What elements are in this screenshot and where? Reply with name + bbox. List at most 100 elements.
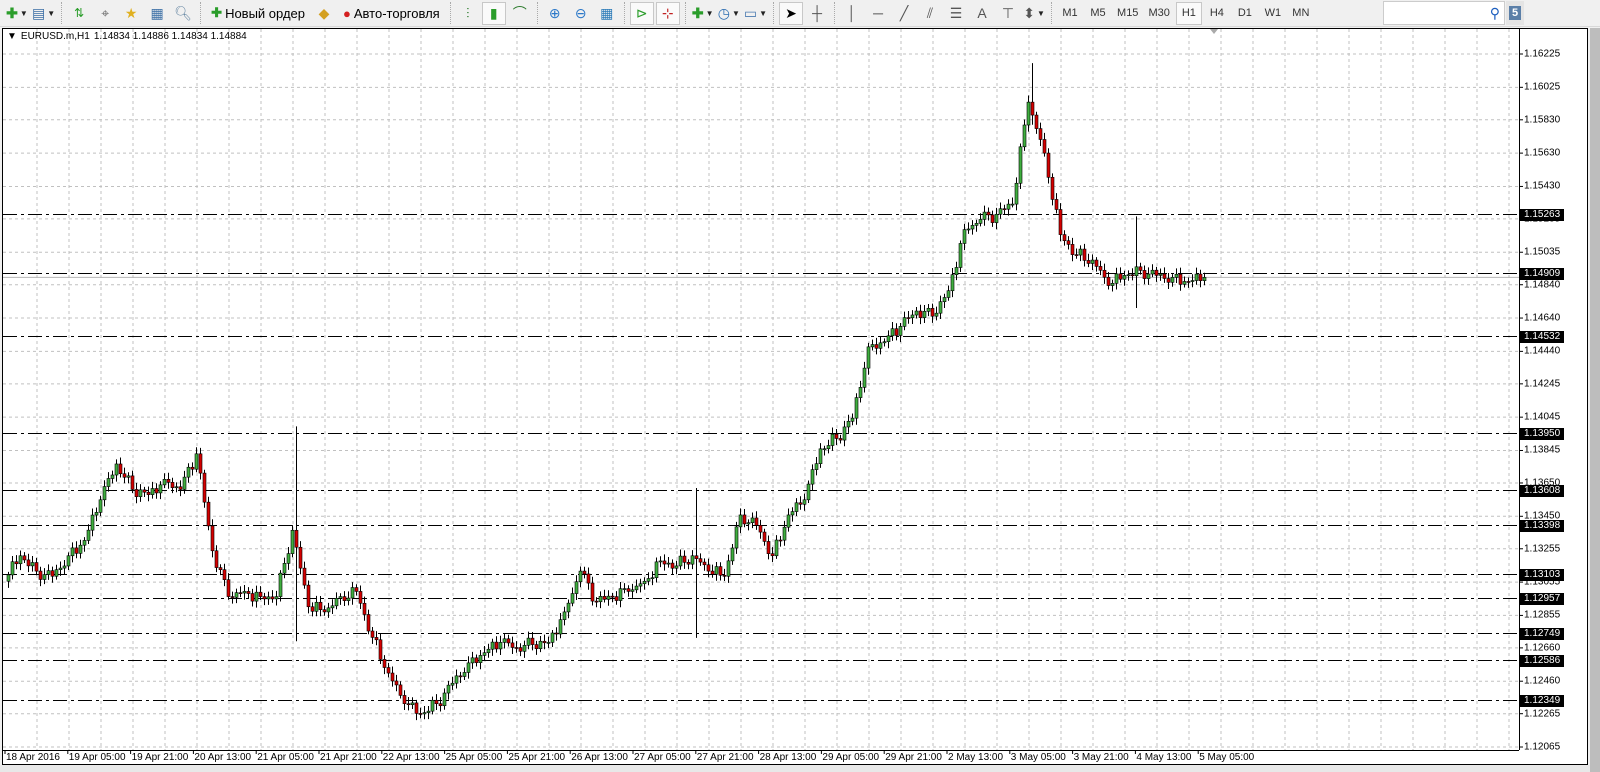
ohlc-values: 1.14834 1.14886 1.14834 1.14884 bbox=[93, 31, 247, 42]
candle-bull bbox=[410, 702, 415, 705]
candle-bear bbox=[1186, 281, 1191, 283]
candle-bull bbox=[110, 474, 115, 479]
candle-bull bbox=[150, 488, 155, 495]
symbol-label: EURUSD.m,H1 bbox=[20, 31, 90, 42]
candle-bear bbox=[210, 525, 215, 552]
candle-bull bbox=[98, 499, 103, 513]
candle-bear bbox=[178, 486, 183, 490]
candle-bear bbox=[458, 675, 463, 678]
candle-bull bbox=[1158, 273, 1163, 276]
level-price-label[interactable]: 1.12749 bbox=[1520, 627, 1565, 640]
candle-bull bbox=[822, 448, 827, 451]
candle-bear bbox=[38, 570, 43, 580]
candle-bear bbox=[758, 524, 763, 533]
candle-bear bbox=[298, 546, 303, 569]
level-price-label[interactable]: 1.14532 bbox=[1520, 330, 1565, 343]
candle-bull bbox=[234, 592, 239, 598]
candle-bull bbox=[158, 484, 163, 494]
candle-bear bbox=[1198, 273, 1203, 281]
level-price-label[interactable]: 1.13608 bbox=[1520, 484, 1565, 497]
candle-bull bbox=[962, 229, 967, 244]
candle-bull bbox=[942, 297, 947, 303]
level-price-label[interactable]: 1.13103 bbox=[1520, 568, 1565, 581]
candle-bear bbox=[370, 630, 375, 638]
candle-bull bbox=[802, 499, 807, 505]
time-tick-label: 5 May 05:00 bbox=[1199, 752, 1255, 763]
level-price-label[interactable]: 1.15263 bbox=[1520, 208, 1565, 221]
candle-bull bbox=[982, 211, 987, 220]
candle-bull bbox=[794, 502, 799, 512]
candle-bear bbox=[342, 596, 347, 601]
candle-bull bbox=[538, 640, 543, 650]
time-tick-label: 22 Apr 13:00 bbox=[382, 752, 440, 763]
candle-bear bbox=[542, 640, 547, 644]
price-tick-label: 1.14840 bbox=[1524, 279, 1561, 291]
level-price-label[interactable]: 1.12349 bbox=[1520, 694, 1565, 707]
candle-bull bbox=[970, 225, 975, 230]
candle-bear bbox=[626, 588, 631, 592]
candle-bear bbox=[1058, 209, 1063, 235]
candle-bear bbox=[122, 473, 127, 478]
candle-bull bbox=[654, 561, 659, 578]
candle-bull bbox=[1170, 277, 1175, 283]
price-tick-label: 1.14245 bbox=[1524, 378, 1561, 390]
candle-bull bbox=[878, 342, 883, 349]
candle-bear bbox=[710, 570, 715, 575]
candle-bear bbox=[1062, 234, 1067, 242]
candle-bear bbox=[262, 596, 267, 600]
candle-bear bbox=[402, 695, 407, 705]
price-chart[interactable] bbox=[0, 0, 1600, 772]
candle-bull bbox=[886, 335, 891, 343]
candle-bear bbox=[386, 667, 391, 674]
level-price-label[interactable]: 1.14909 bbox=[1520, 267, 1565, 280]
candle-bull bbox=[774, 539, 779, 557]
candle-bull bbox=[1126, 274, 1131, 277]
candle-bear bbox=[382, 659, 387, 668]
candle-bear bbox=[702, 561, 707, 566]
candle-bear bbox=[762, 531, 767, 542]
candle-bull bbox=[1022, 124, 1027, 148]
candle-bull bbox=[174, 486, 179, 489]
level-price-label[interactable]: 1.12586 bbox=[1520, 654, 1565, 667]
candle-bear bbox=[602, 596, 607, 600]
candle-bull bbox=[1078, 248, 1083, 256]
level-price-label[interactable]: 1.13950 bbox=[1520, 427, 1565, 440]
candle-bear bbox=[74, 547, 79, 554]
candle-bull bbox=[566, 602, 571, 613]
candle-bull bbox=[450, 682, 455, 686]
candle-bull bbox=[622, 588, 627, 590]
candle-bear bbox=[142, 489, 147, 493]
collapse-arrow-icon[interactable]: ▼ bbox=[7, 31, 17, 42]
candle-bull bbox=[502, 638, 507, 643]
candle-bear bbox=[222, 569, 227, 580]
candle-bear bbox=[34, 562, 39, 572]
candle-bull bbox=[966, 228, 971, 231]
candle-bull bbox=[42, 574, 47, 580]
candle-bear bbox=[214, 550, 219, 568]
candle-bear bbox=[586, 573, 591, 584]
candle-bull bbox=[818, 448, 823, 464]
candle-bear bbox=[514, 647, 519, 649]
candle-bear bbox=[358, 591, 363, 604]
candle-bull bbox=[578, 570, 583, 583]
candle-bull bbox=[1150, 269, 1155, 275]
candle-bear bbox=[270, 596, 275, 600]
candle-bull bbox=[274, 596, 279, 600]
candle-bull bbox=[658, 560, 663, 563]
candle-bull bbox=[570, 593, 575, 604]
candle-bear bbox=[1102, 269, 1107, 278]
candle-bull bbox=[674, 565, 679, 569]
candle-bull bbox=[934, 312, 939, 317]
candle-bull bbox=[890, 328, 895, 337]
candle-bull bbox=[714, 566, 719, 575]
price-tick-label: 1.15630 bbox=[1524, 147, 1561, 159]
level-price-label[interactable]: 1.13398 bbox=[1520, 519, 1565, 532]
time-tick-label: 3 May 05:00 bbox=[1010, 752, 1066, 763]
candle-bear bbox=[134, 489, 139, 497]
level-price-label[interactable]: 1.12957 bbox=[1520, 592, 1565, 605]
candle-bear bbox=[50, 570, 55, 577]
time-tick-label: 27 Apr 05:00 bbox=[634, 752, 691, 763]
candle-bull bbox=[846, 420, 851, 428]
candle-bear bbox=[362, 602, 367, 615]
candle-bull bbox=[690, 555, 695, 565]
